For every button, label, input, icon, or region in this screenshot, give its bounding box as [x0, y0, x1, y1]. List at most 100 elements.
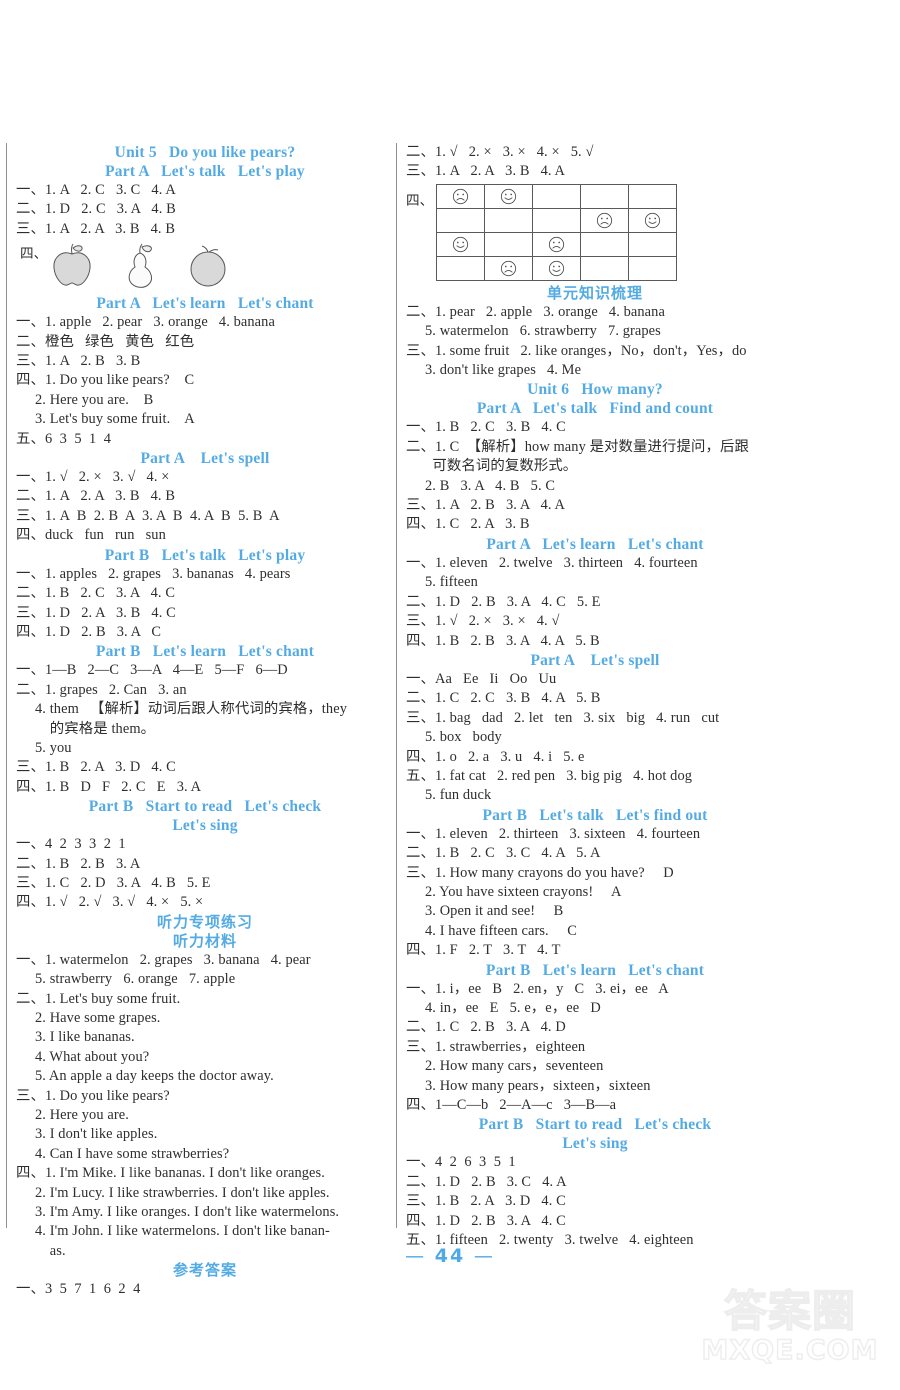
table-cell: [580, 183, 630, 209]
answer-line: 一、1. apple 2. pear 3. orange 4. banana: [16, 314, 275, 331]
answer-line: 2. B 3. A 4. B 5. C: [425, 477, 556, 494]
answer-line: 3. I'm Amy. I like oranges. I don't like…: [35, 1204, 340, 1221]
page-number-dash-left: —: [405, 1245, 427, 1267]
answer-line: 一、4 2 3 3 2 1: [16, 836, 126, 853]
table-cell: [580, 255, 630, 281]
item-number-label: 四、: [406, 192, 434, 209]
answer-line: 5. box body: [425, 729, 502, 746]
answer-line: 2. Here you are.: [35, 1107, 129, 1124]
smiley-grid-block: 四、: [406, 183, 784, 281]
table-row: [436, 183, 678, 209]
answer-line: 四、1. C 2. A 3. B: [406, 516, 530, 533]
sad-face-icon: [501, 261, 517, 277]
table-cell: [628, 231, 678, 257]
table-cell: [580, 207, 630, 233]
item-number-label: 四、: [20, 246, 48, 263]
answer-line: 二、1. C 【解析】how many 是对数量进行提问，后跟: [406, 438, 749, 455]
answer-line: 五、6 3 5 1 4: [16, 430, 112, 447]
page-number: — 44 —: [0, 1245, 900, 1267]
column-divider-rule: [396, 143, 397, 1228]
answer-line: 四、1. I'm Mike. I like bananas. I don't l…: [16, 1165, 325, 1182]
answer-line: 二、1. B 2. C 3. C 4. A 5. A: [406, 845, 601, 862]
answer-line: 一、1. B 2. C 3. B 4. C: [406, 419, 566, 436]
answer-line: 5. fifteen: [425, 574, 478, 591]
answer-line: 的宾格是 them。: [35, 720, 156, 737]
table-cell: [628, 255, 678, 281]
answer-line: 三、1. strawberries，eighteen: [406, 1038, 586, 1055]
table-row: [436, 207, 678, 233]
happy-face-icon: [549, 261, 565, 277]
answer-line: 二、1. Let's buy some fruit.: [16, 990, 181, 1007]
answer-line: 四、1. F 2. T 3. T 4. T: [406, 942, 561, 959]
section-heading: Part A Let's learn Let's chant: [486, 535, 704, 553]
answer-line: 一、1. eleven 2. twelve 3. thirteen 4. fou…: [406, 554, 698, 571]
table-cell: [484, 207, 534, 233]
section-heading: Part A Let's learn Let's chant: [96, 295, 314, 313]
answer-line: 5. you: [35, 739, 72, 756]
answer-line: 3. Let's buy some fruit. A: [35, 411, 195, 428]
table-cell: [436, 255, 486, 281]
sad-face-icon: [597, 213, 613, 229]
answer-line: 四、1. B 2. B 3. A 4. A 5. B: [406, 632, 600, 649]
answer-line: 四、1—C—b 2—A—c 3—B—a: [406, 1097, 617, 1114]
answer-line: 2. Here you are. B: [35, 391, 154, 408]
page-number-value: 44: [434, 1245, 466, 1267]
answer-line: 三、1. A 2. A 3. B 4. B: [16, 220, 176, 237]
answer-line: 2. You have sixteen crayons! A: [425, 883, 622, 900]
section-heading: 听力专项练习: [156, 912, 253, 931]
answer-line: 二、1. D 2. B 3. C 4. A: [406, 1173, 567, 1190]
section-heading: Part B Start to read Let's check: [478, 1116, 712, 1134]
answer-line: 5. watermelon 6. strawberry 7. grapes: [425, 323, 661, 340]
answer-line: 四、1. √ 2. √ 3. √ 4. × 5. ×: [16, 894, 204, 911]
answer-line: 一、1—B 2—C 3—A 4—E 5—F 6—D: [16, 662, 288, 679]
answer-line: 二、橙色 绿色 黄色 红色: [16, 333, 195, 350]
answer-line: 5. strawberry 6. orange 7. apple: [35, 971, 236, 988]
table-cell: [484, 231, 534, 257]
answer-line: 四、1. o 2. a 3. u 4. i 5. e: [406, 748, 585, 765]
section-heading: Part A Let's spell: [530, 651, 660, 669]
table-cell: [628, 183, 678, 209]
answer-line: 三、1. A B 2. B A 3. A B 4. A B 5. B A: [16, 507, 280, 524]
site-watermark: 答案圈 MXQE.COM: [690, 1287, 890, 1366]
right-answer-column: 二、1. √ 2. × 3. × 4. × 5. √ 三、1. A 2. A 3.…: [406, 143, 784, 1250]
answer-line: 三、1. Do you like pears?: [16, 1087, 170, 1104]
answer-line: 三、1. C 2. D 3. A 4. B 5. E: [16, 874, 211, 891]
watermark-chinese: 答案圈: [723, 1287, 856, 1337]
answer-line: 三、1. B 2. A 3. D 4. C: [16, 759, 176, 776]
answer-line: 四、1. D 2. B 3. A 4. C: [406, 1212, 566, 1229]
answer-line: 二、1. C 2. C 3. B 4. A 5. B: [406, 690, 601, 707]
left-margin-rule: [6, 143, 7, 1228]
answer-line: 四、1. B D F 2. C E 3. A: [16, 778, 202, 795]
table-cell: [628, 207, 678, 233]
answer-line: 2. I'm Lucy. I like strawberries. I don'…: [35, 1184, 330, 1201]
answer-line: 一、Aa Ee Ii Oo Uu: [406, 670, 557, 687]
table-cell: [532, 255, 582, 281]
table-row: [436, 231, 678, 257]
answer-line: 三、1. some fruit 2. like oranges，No，don't…: [406, 342, 747, 359]
answer-line: 一、1. apples 2. grapes 3. bananas 4. pear…: [16, 565, 291, 582]
section-heading: Part B Let's learn Let's chant: [95, 643, 315, 661]
answer-line: 5. fun duck: [425, 787, 492, 804]
table-cell: [532, 231, 582, 257]
happy-face-icon: [453, 237, 469, 253]
happy-face-icon: [501, 189, 517, 205]
section-heading: Part B Let's talk Let's find out: [482, 806, 708, 824]
answer-line: 三、1. √ 2. × 3. × 4. √: [406, 613, 560, 630]
section-heading: Part A Let's spell: [140, 450, 270, 468]
answer-line: 4. in，ee E 5. e，e，ee D: [425, 1000, 601, 1016]
fruit-drawing-row: 四、: [16, 240, 394, 294]
answer-line: 5. An apple a day keeps the doctor away.: [35, 1068, 274, 1085]
table-row: [436, 255, 678, 281]
section-heading: Unit 5 Do you like pears?: [114, 144, 296, 161]
table-cell: [484, 183, 534, 209]
table-cell: [436, 183, 486, 209]
answer-line: 三、1. A 2. B 3. A 4. A: [406, 497, 566, 514]
answer-line: 二、1. B 2. B 3. A: [16, 855, 141, 872]
orange-drawing: [185, 241, 231, 294]
answer-line: 一、1. eleven 2. thirteen 3. sixteen 4. fo…: [406, 825, 701, 842]
left-answer-column: Unit 5 Do you like pears? Part A Let's ta…: [16, 143, 394, 1300]
answer-line: 3. I like bananas.: [35, 1029, 135, 1046]
sad-face-icon: [549, 237, 565, 253]
sad-face-icon: [453, 189, 469, 205]
pear-drawing: [117, 241, 163, 294]
